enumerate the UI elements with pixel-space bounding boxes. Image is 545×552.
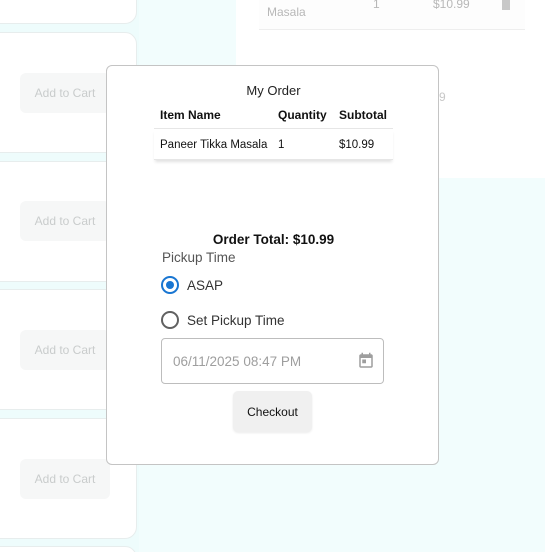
menu-card bbox=[0, 0, 137, 24]
radio-label-set-pickup-time: Set Pickup Time bbox=[187, 312, 285, 328]
cart-scrollbar[interactable] bbox=[502, 0, 510, 10]
order-table-header: Item Name Quantity Subtotal bbox=[154, 102, 393, 129]
cart-item-name: Masala bbox=[267, 5, 306, 19]
order-table: Item Name Quantity Subtotal Paneer Tikka… bbox=[154, 102, 393, 160]
cart-total-fragment: 9 bbox=[439, 90, 446, 104]
cell-item-name: Paneer Tikka Masala bbox=[160, 139, 268, 151]
modal-title: My Order bbox=[246, 83, 301, 98]
cart-item-price: $10.99 bbox=[433, 0, 470, 11]
column-header-quantity: Quantity bbox=[278, 108, 327, 122]
cart-row: Masala 1 $10.99 bbox=[259, 0, 525, 30]
table-row: Paneer Tikka Masala 1 $10.99 bbox=[154, 129, 393, 160]
cell-quantity: 1 bbox=[278, 139, 285, 151]
add-to-cart-button[interactable]: Add to Cart bbox=[20, 330, 110, 370]
pickup-datetime-field[interactable] bbox=[161, 338, 384, 384]
calendar-icon[interactable] bbox=[357, 352, 375, 370]
radio-option-asap[interactable]: ASAP bbox=[161, 275, 223, 295]
add-to-cart-button[interactable]: Add to Cart bbox=[20, 201, 110, 241]
column-header-subtotal: Subtotal bbox=[339, 108, 387, 122]
pickup-datetime-input[interactable] bbox=[173, 351, 343, 371]
checkout-button[interactable]: Checkout bbox=[233, 391, 312, 432]
radio-option-set-pickup-time[interactable]: Set Pickup Time bbox=[161, 310, 285, 330]
radio-unchecked-icon[interactable] bbox=[161, 311, 179, 329]
pickup-time-label: Pickup Time bbox=[162, 250, 236, 265]
radio-label-asap: ASAP bbox=[187, 277, 224, 293]
add-to-cart-button[interactable]: Add to Cart bbox=[20, 73, 110, 113]
add-to-cart-button[interactable]: Add to Cart bbox=[20, 459, 110, 499]
order-modal: My Order Item Name Quantity Subtotal Pan… bbox=[106, 65, 439, 465]
column-header-item-name: Item Name bbox=[160, 108, 221, 122]
cart-item-quantity: 1 bbox=[373, 0, 380, 11]
cell-subtotal: $10.99 bbox=[339, 139, 375, 151]
radio-checked-icon[interactable] bbox=[161, 276, 179, 294]
menu-card bbox=[0, 546, 137, 552]
order-total: Order Total: $10.99 bbox=[212, 232, 335, 247]
